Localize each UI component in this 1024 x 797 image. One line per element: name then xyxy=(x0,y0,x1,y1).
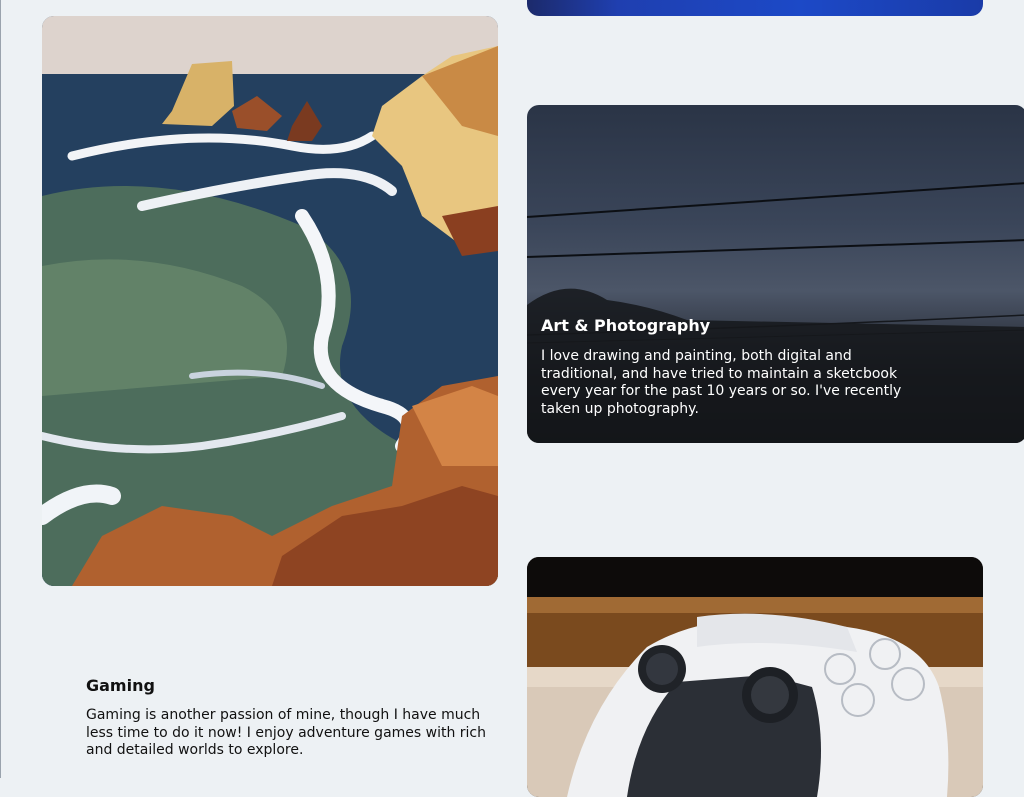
seascape-painting-image xyxy=(42,16,498,586)
page-left-border xyxy=(0,0,1,778)
gaming-description: Gaming is another passion of mine, thoug… xyxy=(86,707,487,758)
art-photography-title: Art & Photography xyxy=(541,316,711,335)
previous-card-image xyxy=(527,0,983,16)
game-controller-photo xyxy=(527,557,983,797)
art-photography-card[interactable]: Art & Photography I love drawing and pai… xyxy=(527,105,1024,443)
art-photography-description: I love drawing and painting, both digita… xyxy=(541,348,902,417)
gaming-title: Gaming xyxy=(86,676,155,695)
gaming-section: Gaming Gaming is another passion of mine… xyxy=(86,676,486,760)
